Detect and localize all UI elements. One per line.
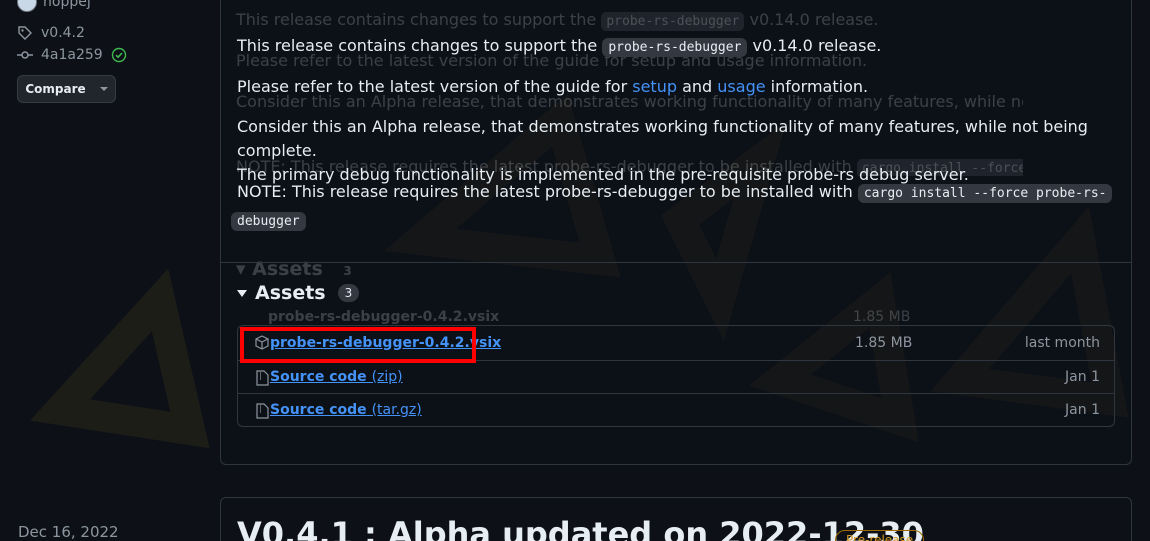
highlight-box xyxy=(240,327,476,363)
install-command: cargo install --force probe-rs- xyxy=(857,184,1113,203)
release-paragraph-1: This release contains changes to support… xyxy=(237,36,882,57)
verified-check-icon[interactable] xyxy=(111,47,127,63)
file-zip-icon xyxy=(256,370,269,386)
asset-download-link[interactable]: Source code (zip) xyxy=(270,369,403,385)
asset-size: 1.85 MB xyxy=(855,334,913,351)
tag-icon xyxy=(18,26,32,40)
author-name[interactable]: noppej xyxy=(43,0,91,10)
chevron-down-icon xyxy=(99,87,108,91)
asset-date: Jan 1 xyxy=(1065,369,1100,385)
commit-hash[interactable]: 4a1a259 xyxy=(41,47,103,63)
asset-row[interactable]: Source code (tar.gz) Jan 1 xyxy=(238,393,1114,426)
next-release-date: Dec 16, 2022 xyxy=(18,523,119,541)
tag-row[interactable]: v0.4.2 xyxy=(17,25,85,41)
assets-count-badge: 3 xyxy=(337,284,360,302)
usage-link[interactable]: usage xyxy=(717,77,765,96)
assets-header[interactable]: Assets 3 xyxy=(237,282,360,304)
avatar[interactable] xyxy=(17,0,37,12)
compare-button[interactable]: Compare xyxy=(17,75,116,103)
release-paragraph-3: Consider this an Alpha release, that dem… xyxy=(237,117,1088,184)
asset-date: Jan 1 xyxy=(1065,402,1100,418)
asset-download-link[interactable]: Source code (tar.gz) xyxy=(270,402,422,418)
commit-icon xyxy=(17,51,33,59)
author[interactable]: noppej xyxy=(17,0,91,12)
commit-row[interactable]: 4a1a259 xyxy=(17,47,127,63)
tag-label[interactable]: v0.4.2 xyxy=(41,25,85,41)
triangle-down-icon xyxy=(237,289,247,297)
setup-link[interactable]: setup xyxy=(632,77,677,96)
ghost-asset-name: probe-rs-debugger-0.4.2.vsix xyxy=(268,309,500,325)
pre-release-badge: Pre-release xyxy=(835,530,925,541)
asset-row[interactable]: Source code (zip) Jan 1 xyxy=(238,360,1114,393)
ghost-asset-size: 1.85 MB xyxy=(853,309,911,325)
asset-date: last month xyxy=(1024,334,1100,351)
release-paragraph-2: Please refer to the latest version of th… xyxy=(237,77,869,96)
file-zip-icon xyxy=(256,403,269,419)
release-paragraph-4: NOTE: This release requires the latest p… xyxy=(231,179,1117,235)
section-divider xyxy=(221,262,1131,263)
ghost-text-1: This release contains changes to support… xyxy=(236,10,879,31)
compare-label: Compare xyxy=(25,82,86,96)
assets-title: Assets xyxy=(255,282,326,304)
install-command-cont: debugger xyxy=(231,212,306,231)
next-release-title[interactable]: V0.4.1 : Alpha updated on 2022-12-30 xyxy=(237,515,924,541)
inline-code: probe-rs-debugger xyxy=(602,38,748,57)
